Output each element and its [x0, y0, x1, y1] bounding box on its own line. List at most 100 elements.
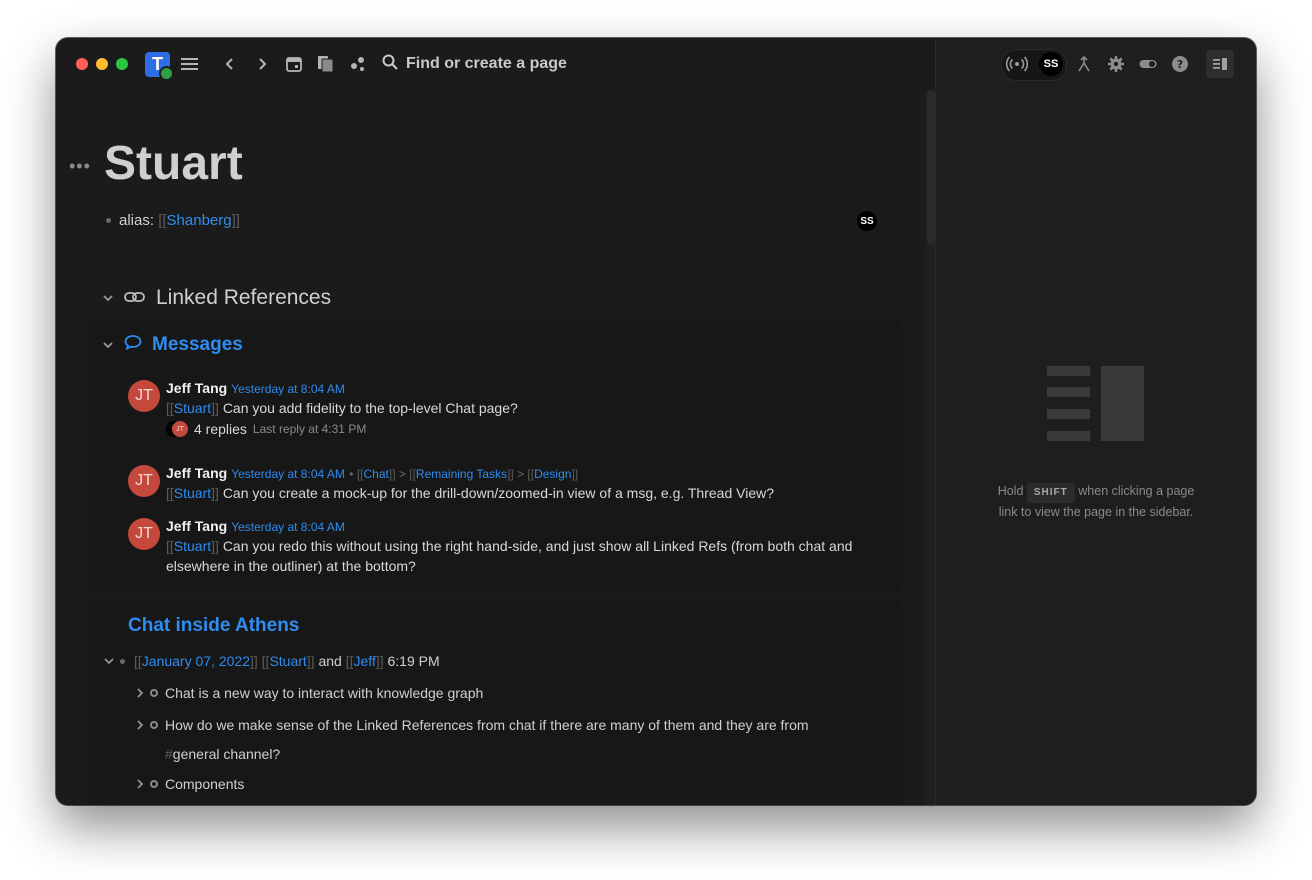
theme-toggle-icon[interactable]	[1136, 52, 1160, 76]
messages-header[interactable]: Messages	[102, 334, 243, 356]
main-pane: T Find or create a page ••• Stuart alias…	[56, 38, 935, 805]
block-text[interactable]: Components	[165, 776, 244, 792]
menu-icon[interactable]	[178, 52, 202, 76]
date-page-link[interactable]: January 07, 2022	[142, 653, 250, 669]
link-bracket-close: ]]	[231, 212, 240, 229]
linked-references-header[interactable]: Linked References	[102, 286, 331, 310]
chevron-right-icon[interactable]	[136, 688, 144, 698]
all-pages-icon[interactable]	[314, 52, 338, 76]
daily-notes-calendar-icon[interactable]	[282, 52, 306, 76]
graph-view-icon[interactable]	[346, 52, 370, 76]
merge-icon[interactable]	[1072, 52, 1096, 76]
search-placeholder: Find or create a page	[406, 55, 567, 72]
collapsed-bullet[interactable]	[150, 721, 158, 729]
reply-avatar-jt: JT	[172, 421, 188, 437]
stuart-page-link[interactable]: Stuart	[174, 400, 211, 416]
breadcrumb-design-link[interactable]: Design	[534, 467, 571, 481]
sidebar-toolbar: SS ?	[936, 38, 1256, 90]
block-text[interactable]: How do we make sense of the Linked Refer…	[165, 717, 809, 733]
and-text: and	[318, 653, 342, 669]
stuart-page-link[interactable]: Stuart	[269, 653, 306, 669]
reply-count[interactable]: 4 replies	[194, 421, 247, 437]
tree-block[interactable]: Chat is a new way to interact with knowl…	[136, 685, 483, 701]
page-menu-button[interactable]: •••	[69, 156, 91, 177]
hint-before: Hold	[997, 484, 1024, 498]
message-time[interactable]: Yesterday at 8:04 AM	[231, 467, 345, 481]
chat-inside-athens-link[interactable]: Chat inside Athens	[128, 615, 299, 637]
collapsed-bullet[interactable]	[150, 689, 158, 697]
stuart-page-link[interactable]: Stuart	[174, 538, 211, 554]
block-bullet[interactable]	[120, 658, 125, 664]
link-icon	[124, 286, 146, 310]
page-title[interactable]: Stuart	[104, 136, 243, 191]
chat-message[interactable]: JT Jeff Tang Yesterday at 8:04 AM [[Stuar…	[128, 380, 888, 450]
chevron-right-icon[interactable]	[136, 720, 144, 730]
svg-text:?: ?	[1177, 58, 1183, 71]
search-box[interactable]: Find or create a page	[382, 52, 567, 76]
online-status-icon	[159, 66, 174, 81]
chat-message[interactable]: JT Jeff Tang Yesterday at 8:04 AM • [[Cha…	[128, 465, 888, 509]
close-window-button[interactable]	[76, 58, 88, 70]
chat-message[interactable]: JT Jeff Tang Yesterday at 8:04 AM [[Stuar…	[128, 518, 888, 578]
tree-block[interactable]: Components	[136, 776, 244, 792]
avatar[interactable]: JT	[128, 518, 160, 550]
title-bar: T Find or create a page	[56, 38, 935, 90]
right-sidebar: SS ? Hold SHIFT when clicking a page lin…	[935, 38, 1256, 805]
chevron-right-icon[interactable]	[136, 779, 144, 789]
sidebar-hint: Hold SHIFT when clicking a page link to …	[996, 482, 1196, 521]
chevron-down-icon[interactable]	[102, 293, 114, 303]
message-text: Can you add fidelity to the top-level Ch…	[222, 400, 518, 416]
hashtag-line: # general channel?	[165, 746, 280, 762]
block-text[interactable]: Chat is a new way to interact with knowl…	[165, 685, 483, 701]
breadcrumb-remaining-tasks-link[interactable]: Remaining Tasks	[416, 467, 507, 481]
message-author[interactable]: Jeff Tang	[166, 380, 227, 396]
tree-block[interactable]: [[January 07, 2022]] [[Stuart]] and [[Je…	[104, 653, 440, 669]
app-window: T Find or create a page ••• Stuart alias…	[56, 38, 1256, 805]
alias-page-link[interactable]: Shanberg	[167, 212, 232, 229]
scrollbar-thumb[interactable]	[927, 90, 935, 245]
gear-icon[interactable]	[1104, 52, 1128, 76]
hashtag-symbol: #	[165, 746, 173, 762]
block-bullet[interactable]	[106, 218, 111, 223]
chat-bubble-icon	[124, 334, 142, 356]
chevron-down-icon[interactable]	[102, 340, 114, 350]
breadcrumb-chat-link[interactable]: Chat	[364, 467, 389, 481]
sidebar-toggle-icon[interactable]	[1206, 50, 1234, 78]
maximize-window-button[interactable]	[116, 58, 128, 70]
thread-replies[interactable]: S JT 4 replies Last reply at 4:31 PM	[166, 421, 518, 437]
alias-label: alias:	[119, 212, 155, 229]
avatar[interactable]: JT	[128, 380, 160, 412]
alias-block[interactable]: alias: [[Shanberg]]	[106, 212, 240, 229]
minimize-window-button[interactable]	[96, 58, 108, 70]
stuart-page-link[interactable]: Stuart	[174, 485, 211, 501]
message-author[interactable]: Jeff Tang	[166, 465, 227, 481]
message-time[interactable]: Yesterday at 8:04 AM	[231, 382, 345, 396]
hashtag-link[interactable]: general channel?	[173, 746, 280, 762]
message-text: Can you redo this without using the righ…	[166, 538, 853, 574]
presence-avatar[interactable]: SS	[857, 211, 877, 231]
search-icon	[382, 54, 398, 75]
message-time[interactable]: Yesterday at 8:04 AM	[231, 520, 345, 534]
back-arrow-icon[interactable]	[218, 52, 242, 76]
message-author[interactable]: Jeff Tang	[166, 518, 227, 534]
link-bracket-open: [[	[158, 212, 167, 229]
messages-page-link[interactable]: Messages	[152, 334, 243, 356]
workspace-logo[interactable]: T	[145, 52, 174, 81]
avatar[interactable]: JT	[128, 465, 160, 497]
help-icon[interactable]: ?	[1168, 52, 1192, 76]
reply-avatars: S JT	[166, 421, 188, 437]
broadcast-icon[interactable]	[1005, 52, 1029, 76]
last-reply-time: Last reply at 4:31 PM	[252, 422, 367, 436]
message-breadcrumb: • [[Chat]] > [[Remaining Tasks]] > [[Des…	[349, 467, 579, 481]
chevron-down-icon[interactable]	[104, 657, 114, 665]
message-text: Can you create a mock-up for the drill-d…	[222, 485, 775, 501]
shift-key-badge: SHIFT	[1026, 483, 1075, 503]
jeff-page-link[interactable]: Jeff	[354, 653, 376, 669]
linked-references-label: Linked References	[156, 286, 332, 309]
forward-arrow-icon[interactable]	[250, 52, 274, 76]
tree-block[interactable]: How do we make sense of the Linked Refer…	[136, 717, 809, 733]
collapsed-bullet[interactable]	[150, 780, 158, 788]
block-time: 6:19 PM	[387, 653, 440, 669]
user-avatar[interactable]: SS	[1039, 52, 1063, 76]
empty-sidebar-illustration-icon	[1047, 366, 1145, 442]
